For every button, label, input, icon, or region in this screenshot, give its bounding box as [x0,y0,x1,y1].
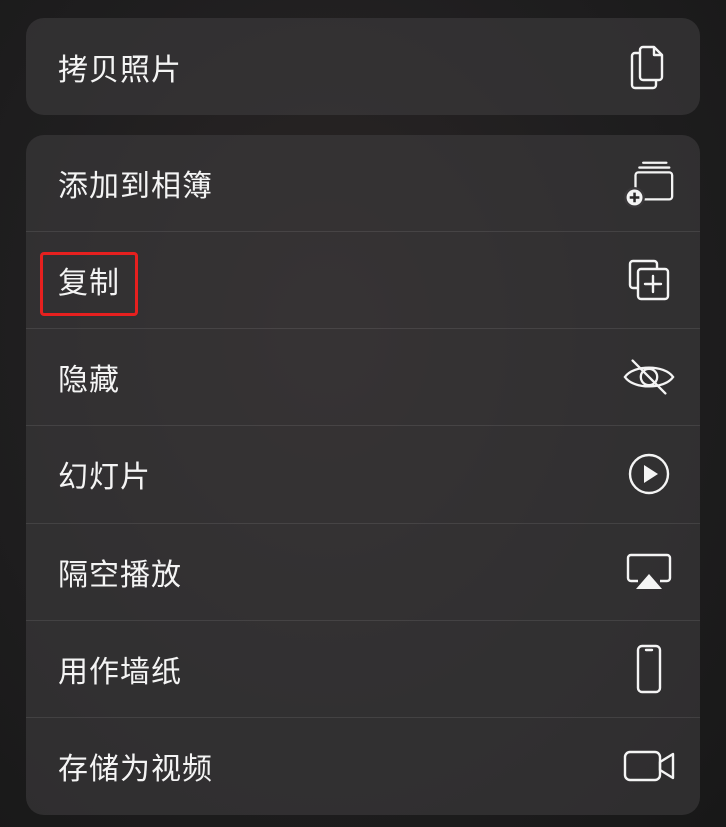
menu-item-use-as-wallpaper[interactable]: 用作墙纸 [26,619,700,717]
copy-photo-icon [622,40,676,94]
menu-item-label: 复制 [58,266,120,302]
menu-item-label: 隐藏 [58,363,120,399]
menu-item-label: 拷贝照片 [58,52,182,88]
video-camera-icon [622,739,676,793]
duplicate-icon [622,253,676,307]
menu-item-copy-photo[interactable]: 拷贝照片 [26,18,700,115]
add-to-album-icon [622,156,676,210]
menu-group-main: 添加到相簿 复制 隐藏 幻灯片 隔空播放 用作墙纸 存储为视频 [26,135,700,815]
menu-item-label: 用作墙纸 [58,654,182,690]
menu-item-slideshow[interactable]: 幻灯片 [26,425,700,522]
menu-item-hide[interactable]: 隐藏 [26,328,700,425]
airplay-icon [622,545,676,599]
menu-item-label: 隔空播放 [58,557,182,593]
menu-item-label: 存储为视频 [58,752,213,788]
play-circle-icon [622,447,676,501]
menu-item-duplicate[interactable]: 复制 [26,231,700,328]
menu-item-label: 幻灯片 [58,460,151,496]
menu-item-save-as-video[interactable]: 存储为视频 [26,716,700,814]
menu-item-add-to-album[interactable]: 添加到相簿 [26,135,700,231]
phone-icon [622,642,676,696]
menu-item-label: 添加到相簿 [58,169,213,204]
menu-group-top: 拷贝照片 [26,18,700,115]
menu-item-airplay[interactable]: 隔空播放 [26,522,700,620]
eye-slash-icon [622,350,676,404]
